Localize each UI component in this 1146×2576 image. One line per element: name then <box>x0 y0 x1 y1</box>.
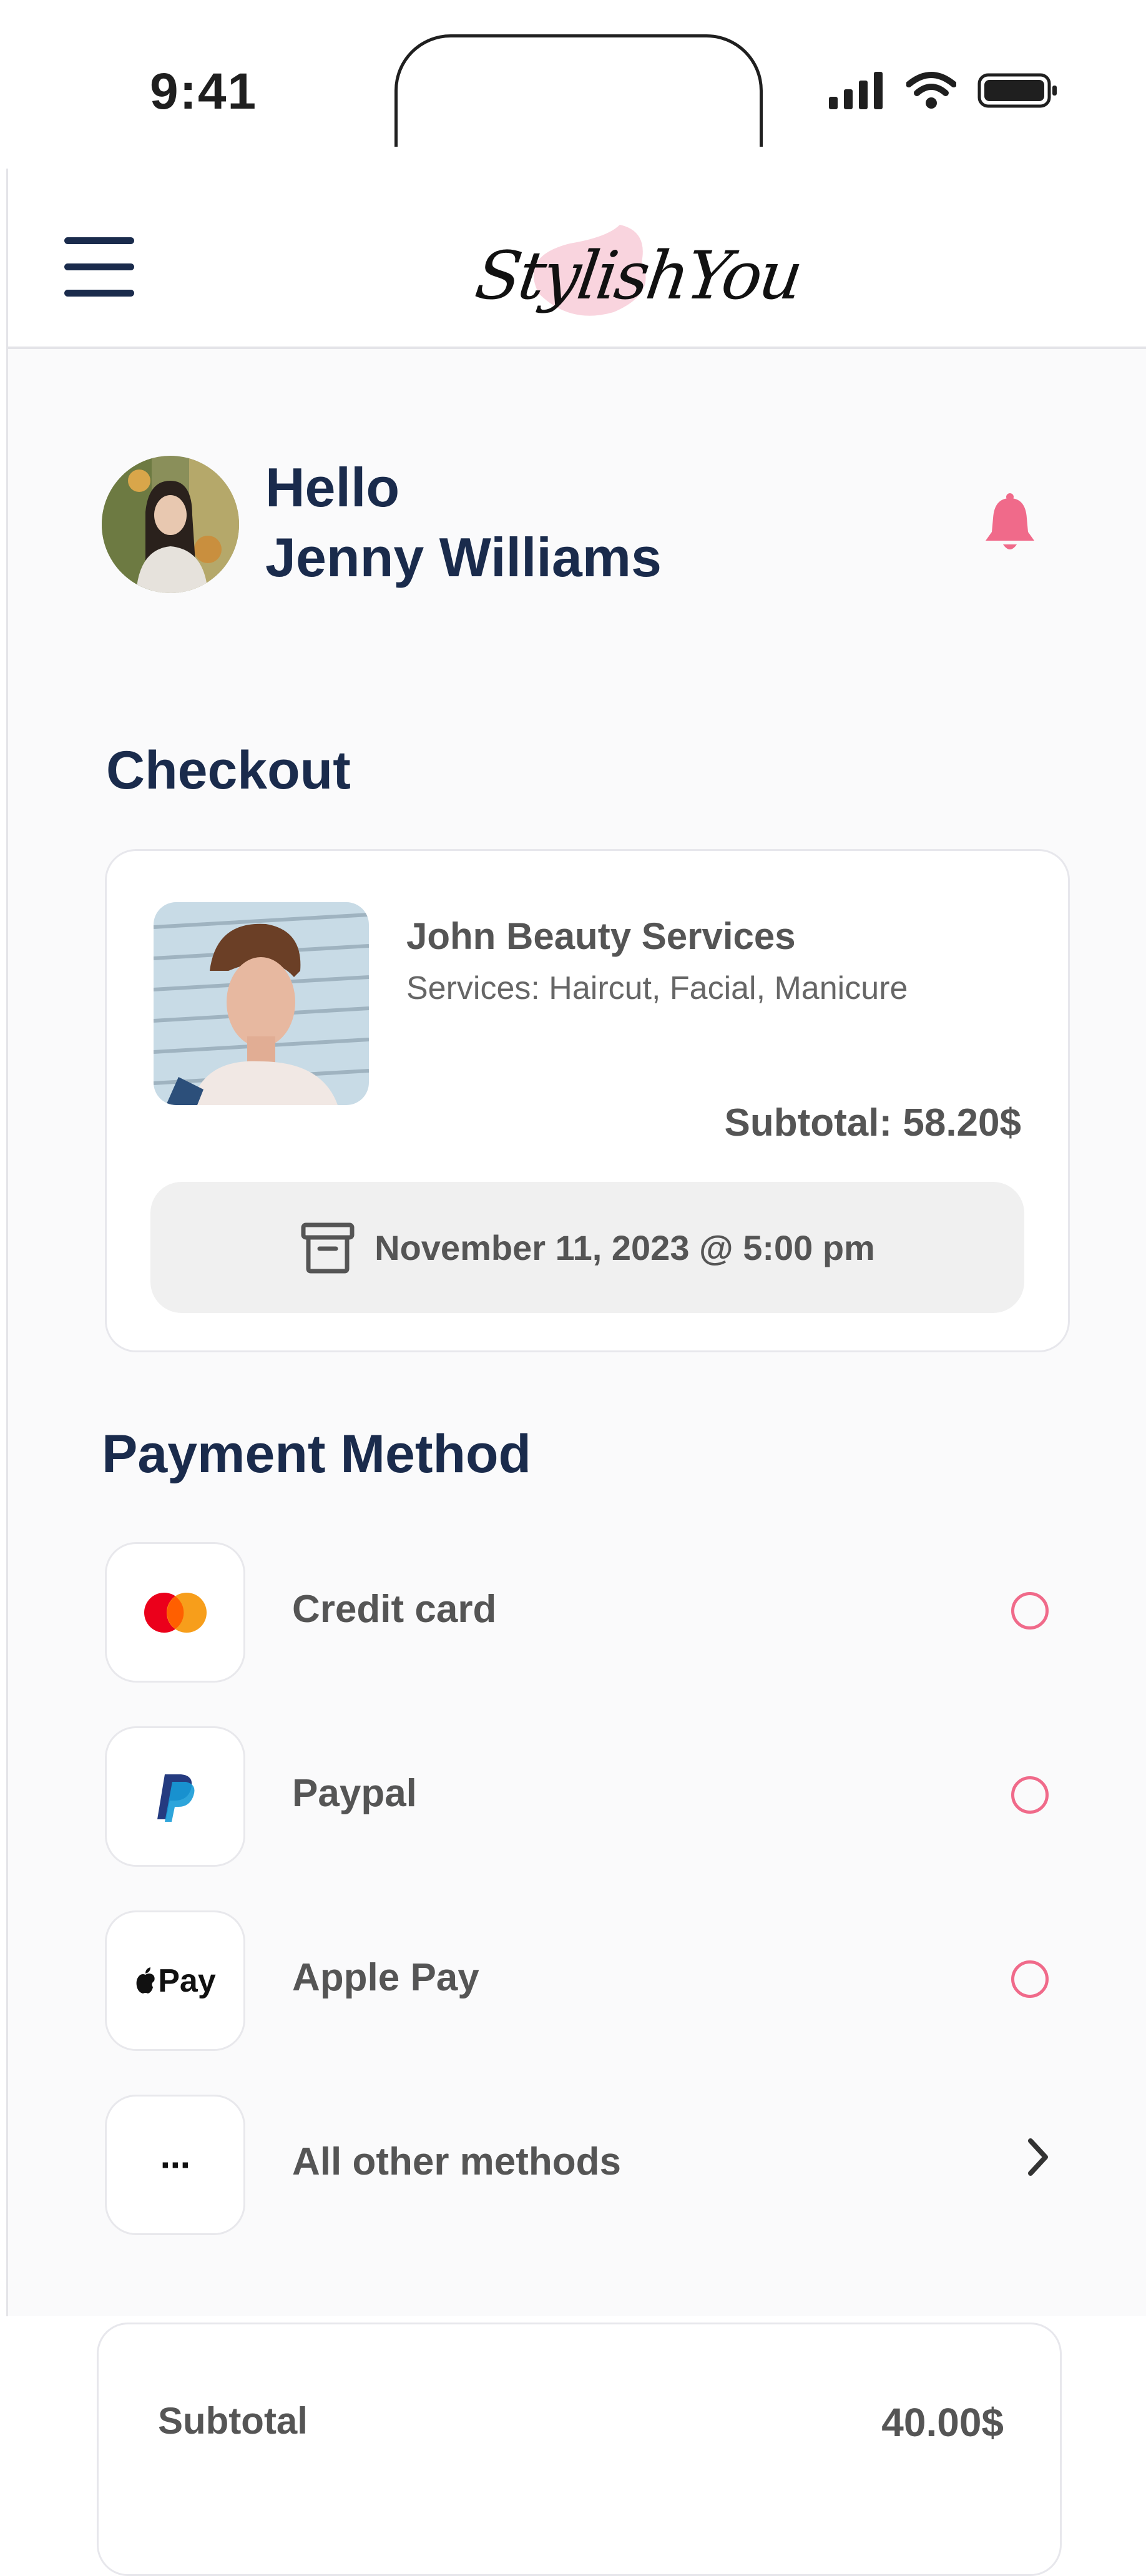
payment-label: Credit card <box>292 1588 497 1631</box>
status-bar: 9:41 <box>0 0 1146 169</box>
status-time: 9:41 <box>150 63 258 120</box>
calendar-box-icon <box>301 1222 355 1274</box>
provider-name: John Beauty Services <box>406 915 796 957</box>
status-icons <box>829 72 1059 109</box>
payment-label: All other methods <box>292 2140 622 2183</box>
bell-icon[interactable] <box>982 493 1038 556</box>
greeting-block: Hello Jenny Williams <box>265 453 662 592</box>
mastercard-icon <box>105 1542 245 1683</box>
more-dots-text: ··· <box>160 2144 193 2186</box>
apple-pay-text: Pay <box>158 1962 216 1999</box>
checkout-card: John Beauty Services Services: Haircut, … <box>105 849 1070 1352</box>
checkout-title: Checkout <box>106 740 351 800</box>
radio-apple-pay[interactable] <box>1011 1960 1049 1998</box>
device-notch <box>394 34 763 147</box>
hamburger-menu-icon[interactable] <box>64 237 134 297</box>
battery-icon <box>977 73 1057 108</box>
payment-option-other[interactable]: ··· All other methods <box>105 2095 1054 2235</box>
services-list: Services: Haircut, Facial, Manicure <box>406 970 908 1006</box>
appointment-date[interactable]: November 11, 2023 @ 5:00 pm <box>150 1182 1024 1313</box>
summary-subtotal-label: Subtotal <box>158 2400 308 2442</box>
user-avatar[interactable] <box>102 456 239 593</box>
paypal-icon <box>105 1726 245 1867</box>
payment-option-paypal[interactable]: Paypal <box>105 1726 1054 1867</box>
app-screen: StylishYou Hello Jenny Williams Checkout <box>6 169 1146 2316</box>
greeting-text: Hello <box>265 456 400 518</box>
payment-title: Payment Method <box>102 1424 532 1484</box>
summary-subtotal-value: 40.00$ <box>881 2400 1004 2445</box>
payment-option-apple-pay[interactable]: Pay Apple Pay <box>105 1910 1054 2051</box>
order-summary-card: Subtotal 40.00$ <box>97 2323 1062 2576</box>
apple-logo-icon <box>136 1967 155 1993</box>
more-dots-icon: ··· <box>105 2095 245 2235</box>
wifi-icon <box>906 72 956 109</box>
payment-label: Paypal <box>292 1772 417 1815</box>
payment-label: Apple Pay <box>292 1956 479 1999</box>
provider-photo <box>154 902 369 1105</box>
radio-paypal[interactable] <box>1011 1776 1049 1814</box>
payment-option-credit-card[interactable]: Credit card <box>105 1542 1054 1683</box>
signal-icon <box>829 72 883 109</box>
chevron-right-icon[interactable] <box>1019 2132 1057 2182</box>
card-subtotal: Subtotal: 58.20$ <box>724 1101 1021 1144</box>
brand-logo[interactable]: StylishYou <box>464 194 805 337</box>
user-name: Jenny Williams <box>265 526 662 588</box>
logo-text: StylishYou <box>471 237 806 314</box>
apple-pay-icon: Pay <box>105 1910 245 2051</box>
radio-credit-card[interactable] <box>1011 1592 1049 1630</box>
appointment-text: November 11, 2023 @ 5:00 pm <box>375 1227 875 1267</box>
top-navbar: StylishYou <box>8 169 1146 349</box>
